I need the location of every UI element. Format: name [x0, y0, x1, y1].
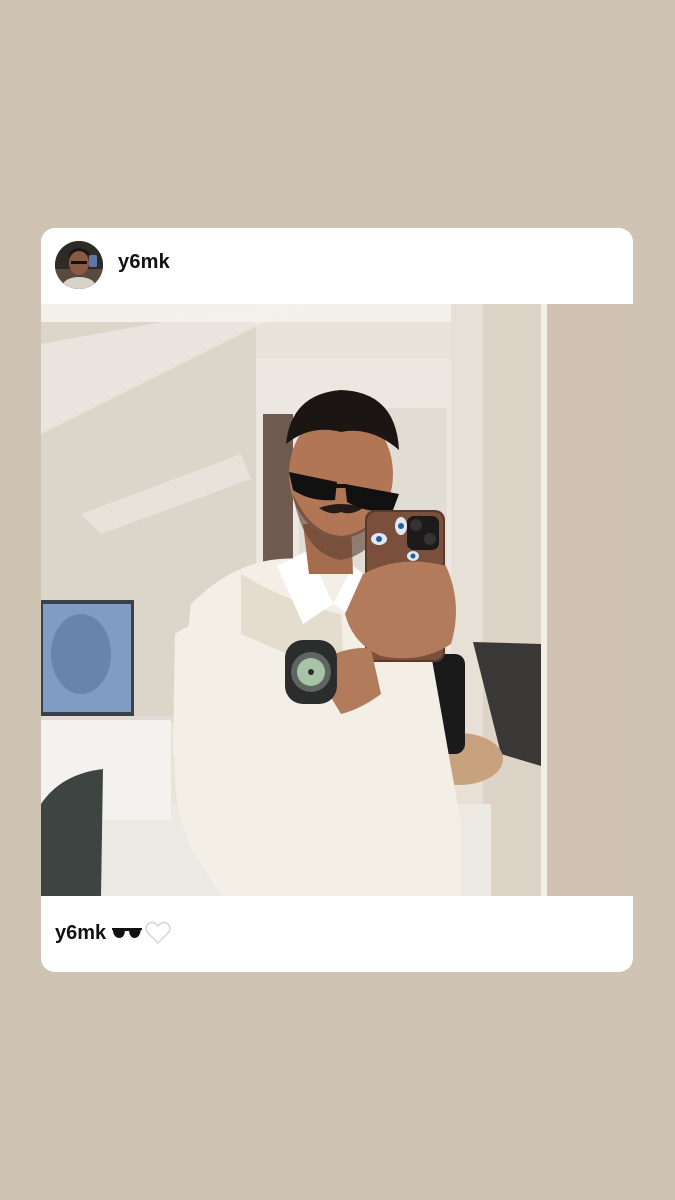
caption-username[interactable]: y6mk — [55, 922, 106, 945]
white-heart-icon — [145, 921, 171, 945]
avatar-image — [55, 241, 103, 289]
post-card: y6mk y6mk — [41, 228, 633, 972]
caption-emojis — [112, 921, 171, 945]
post-username[interactable]: y6mk — [118, 251, 170, 274]
post-caption: y6mk — [55, 921, 171, 945]
post-header: y6mk — [41, 228, 633, 304]
mirror-selfie-image — [41, 304, 633, 896]
sunglasses-icon — [112, 928, 143, 938]
avatar[interactable] — [55, 241, 103, 289]
post-photo[interactable] — [41, 304, 633, 896]
